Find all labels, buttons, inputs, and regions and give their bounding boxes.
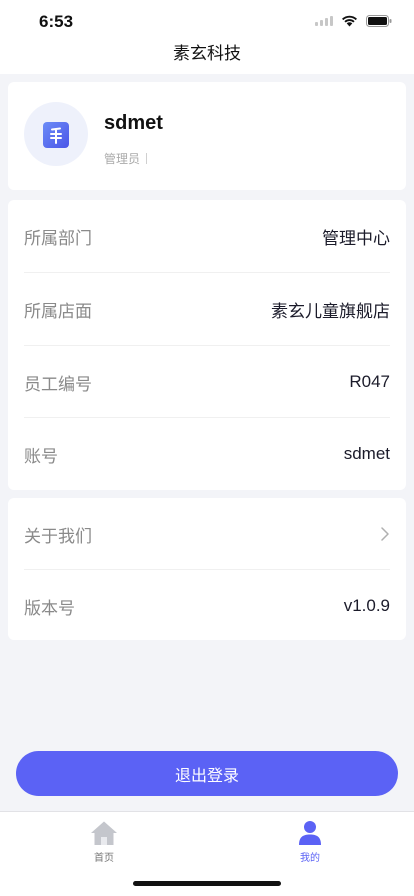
home-indicator [133, 881, 281, 886]
profile-card: sdmet 管理员 [8, 82, 406, 190]
store-row: 所属店面 素玄儿童旗舰店 [24, 273, 390, 345]
version-value: v1.0.9 [343, 596, 390, 615]
battery-icon [366, 15, 392, 27]
status-time: 6:53 [39, 12, 74, 31]
logout-button[interactable]: 退出登录 [16, 751, 398, 796]
version-row: 版本号 v1.0.9 [24, 570, 390, 642]
tab-home-label: 首页 [94, 853, 114, 864]
tab-home[interactable]: 首页 [64, 820, 144, 864]
about-us-label: 关于我们 [24, 526, 92, 547]
about-card: 关于我们 版本号 v1.0.9 [8, 498, 406, 640]
employee-info-card: 所属部门 管理中心 所属店面 素玄儿童旗舰店 员工编号 R047 账号 sdme… [8, 200, 406, 490]
account-row: 账号 sdmet [24, 418, 390, 490]
account-value: sdmet [343, 444, 390, 463]
employee-id-label: 员工编号 [24, 374, 92, 395]
account-label: 账号 [24, 446, 58, 467]
role-divider [146, 153, 148, 164]
chevron-right-icon [381, 527, 389, 541]
employee-id-row: 员工编号 R047 [24, 346, 390, 418]
home-icon [91, 821, 117, 845]
cellular-signal-icon [315, 16, 333, 26]
user-role: 管理员 [104, 150, 148, 167]
wifi-icon [342, 15, 357, 27]
store-value: 素玄儿童旗舰店 [271, 301, 390, 322]
store-label: 所属店面 [24, 301, 92, 322]
navigation-bar: 素玄科技 [0, 44, 414, 74]
yuan-logo-icon [43, 122, 69, 148]
user-icon [299, 821, 321, 845]
tab-mine[interactable]: 我的 [270, 820, 350, 864]
user-role-text: 管理员 [104, 152, 141, 166]
department-label: 所属部门 [24, 228, 92, 249]
department-value: 管理中心 [322, 228, 390, 249]
department-row: 所属部门 管理中心 [24, 200, 390, 272]
tab-mine-label: 我的 [300, 853, 320, 864]
profile-screen: 6:53 素玄科技 sdmet 管理员 所属部门 管理中心 所属店面 素玄儿童旗… [0, 0, 414, 896]
about-us-row[interactable]: 关于我们 [24, 498, 390, 570]
status-bar: 6:53 [0, 0, 414, 44]
employee-id-value: R047 [349, 372, 390, 391]
username: sdmet [104, 112, 163, 134]
version-label: 版本号 [24, 598, 75, 619]
page-title: 素玄科技 [173, 44, 241, 64]
status-indicators [315, 15, 392, 27]
avatar [24, 102, 88, 166]
